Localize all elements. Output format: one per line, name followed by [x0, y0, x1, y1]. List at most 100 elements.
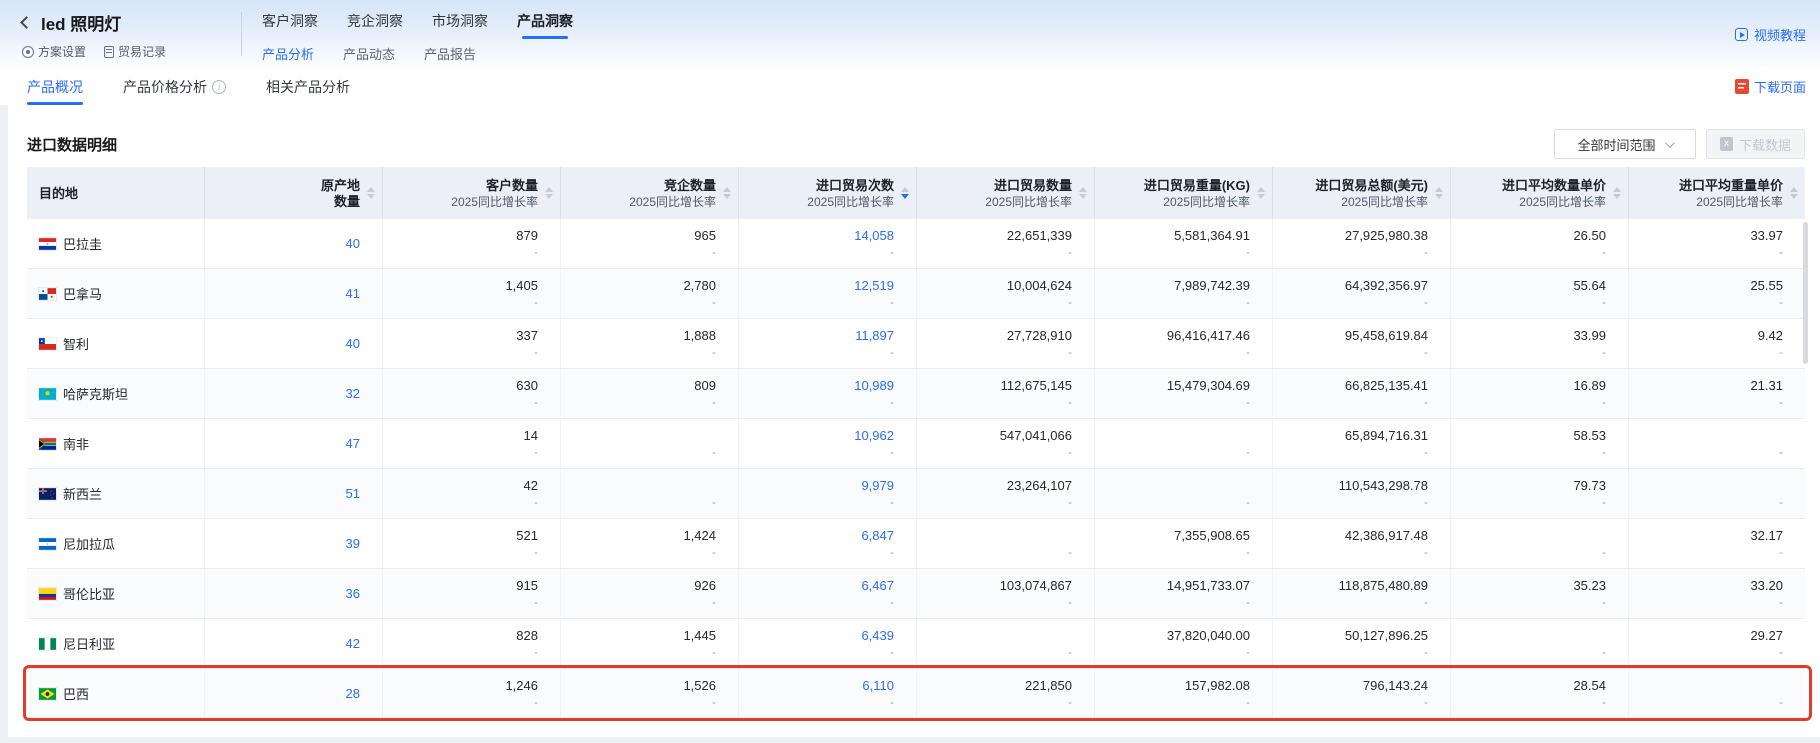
column-header[interactable]: 进口贸易数量2025同比增长率 — [917, 167, 1095, 219]
metric-cell: 50,127,896.25- — [1273, 619, 1451, 668]
sort-desc-icon[interactable] — [1613, 194, 1621, 199]
origin-count-link[interactable]: 42 — [346, 635, 360, 652]
sort-asc-icon[interactable] — [1257, 187, 1265, 192]
sort-desc-icon[interactable] — [901, 194, 909, 199]
secondary-nav-item[interactable]: 产品动态 — [343, 44, 395, 63]
trade-count-link[interactable]: 10,962 — [854, 427, 894, 444]
column-header[interactable]: 进口贸易重量(KG)2025同比增长率 — [1095, 167, 1273, 219]
primary-nav-item[interactable]: 市场洞察 — [432, 11, 488, 31]
secondary-nav-item[interactable]: 产品报告 — [424, 44, 476, 63]
trade-count-link[interactable]: 6,467 — [861, 577, 894, 594]
sort-asc-icon[interactable] — [1790, 187, 1798, 192]
cell-growth-rate: - — [1424, 595, 1428, 610]
secondary-nav-item[interactable]: 产品分析 — [262, 44, 314, 63]
origin-count-cell: 36 — [205, 569, 383, 618]
sort-icons[interactable] — [723, 187, 731, 199]
origin-count-link[interactable]: 40 — [346, 235, 360, 252]
trade-count-link[interactable]: 6,847 — [861, 527, 894, 544]
video-tutorial-link[interactable]: 视频教程 — [1735, 25, 1806, 44]
trade-count-link[interactable]: 12,519 — [854, 277, 894, 294]
info-icon[interactable]: i — [212, 80, 226, 94]
column-header[interactable]: 进口贸易次数2025同比增长率 — [739, 167, 917, 219]
sort-icons[interactable] — [545, 187, 553, 199]
sort-asc-icon[interactable] — [1613, 187, 1621, 192]
sort-asc-icon[interactable] — [723, 187, 731, 192]
table-row[interactable]: 巴拉圭40879-965-14,058-22,651,339-5,581,364… — [27, 219, 1805, 269]
table-row[interactable]: 哥伦比亚36915-926-6,467-103,074,867-14,951,7… — [27, 569, 1805, 619]
time-range-select[interactable]: 全部时间范围 — [1554, 129, 1696, 159]
column-header[interactable]: 竞企数量2025同比增长率 — [561, 167, 739, 219]
content-area: 进口数据明细 全部时间范围 下载数据 目的地原产地数量客户数量2025同比增长率… — [0, 105, 1820, 743]
trade-count-link[interactable]: 11,897 — [855, 327, 894, 344]
tab-item[interactable]: 产品概况 — [27, 68, 83, 105]
origin-count-link[interactable]: 32 — [346, 385, 360, 402]
column-header[interactable]: 进口平均重量单价2025同比增长率 — [1629, 167, 1805, 219]
sort-desc-icon[interactable] — [1079, 194, 1087, 199]
metric-cell: 26.50- — [1451, 219, 1629, 268]
table-row[interactable]: 巴拿马411,405-2,780-12,519-10,004,624-7,989… — [27, 269, 1805, 319]
sort-icons[interactable] — [1435, 187, 1443, 199]
quick-link-plan-settings[interactable]: 方案设置 — [22, 43, 86, 60]
sort-icons[interactable] — [1079, 187, 1087, 199]
trade-count-link[interactable]: 10,989 — [854, 377, 894, 394]
table-row[interactable]: 哈萨克斯坦32630-809-10,989-112,675,145-15,479… — [27, 369, 1805, 419]
sort-asc-icon[interactable] — [901, 187, 909, 192]
cell-growth-rate: - — [1602, 395, 1606, 410]
origin-count-link[interactable]: 47 — [346, 435, 360, 452]
tab-item[interactable]: 产品价格分析i — [123, 68, 226, 105]
sort-desc-icon[interactable] — [367, 194, 375, 199]
table-row[interactable]: 巴西281,246-1,526-6,110-221,850-157,982.08… — [27, 669, 1805, 719]
sort-desc-icon[interactable] — [1257, 194, 1265, 199]
quick-link-trade-records[interactable]: 贸易记录 — [104, 43, 166, 60]
sort-asc-icon[interactable] — [367, 187, 375, 192]
download-page-link[interactable]: 下载页面 — [1735, 77, 1806, 96]
origin-count-link[interactable]: 41 — [346, 285, 360, 302]
back-icon[interactable] — [20, 16, 33, 29]
trade-count-link[interactable]: 6,439 — [861, 627, 894, 644]
sort-desc-icon[interactable] — [1435, 194, 1443, 199]
sort-asc-icon[interactable] — [1079, 187, 1087, 192]
import-data-card: 进口数据明细 全部时间范围 下载数据 目的地原产地数量客户数量2025同比增长率… — [8, 105, 1820, 737]
sort-asc-icon[interactable] — [1435, 187, 1443, 192]
table-row[interactable]: 南非4714--10,962-547,041,066--65,894,716.3… — [27, 419, 1805, 469]
sort-icons[interactable] — [901, 187, 909, 199]
primary-nav-item[interactable]: 竞企洞察 — [347, 11, 403, 31]
destination-cell: 新西兰 — [27, 469, 205, 518]
primary-nav-item[interactable]: 产品洞察 — [517, 11, 573, 31]
sort-icons[interactable] — [367, 187, 375, 199]
table-row[interactable]: 智利40337-1,888-11,897-27,728,910-96,416,4… — [27, 319, 1805, 369]
table-row[interactable]: 新西兰5142--9,979-23,264,107--110,543,298.7… — [27, 469, 1805, 519]
cell-value: 103,074,867 — [1000, 577, 1072, 594]
cell-value: 1,888 — [683, 327, 716, 344]
video-tutorial-label: 视频教程 — [1754, 25, 1806, 44]
sort-asc-icon[interactable] — [545, 187, 553, 192]
sort-icons[interactable] — [1790, 187, 1798, 199]
column-header[interactable]: 目的地 — [27, 167, 205, 219]
column-header[interactable]: 原产地数量 — [205, 167, 383, 219]
trade-count-link[interactable]: 9,979 — [861, 477, 894, 494]
origin-count-link[interactable]: 36 — [346, 585, 360, 602]
table-scrollbar[interactable] — [1803, 222, 1808, 364]
cell-growth-rate: - — [890, 545, 894, 560]
origin-count-link[interactable]: 40 — [346, 335, 360, 352]
metric-cell: 42- — [383, 469, 561, 518]
origin-count-link[interactable]: 39 — [346, 535, 360, 552]
sort-desc-icon[interactable] — [1790, 194, 1798, 199]
tab-item[interactable]: 相关产品分析 — [266, 68, 350, 105]
origin-count-link[interactable]: 51 — [346, 485, 360, 502]
trade-count-link[interactable]: 14,058 — [854, 227, 894, 244]
trade-count-link[interactable]: 6,110 — [862, 677, 894, 694]
destination-name: 南非 — [63, 434, 89, 453]
column-header[interactable]: 客户数量2025同比增长率 — [383, 167, 561, 219]
sort-desc-icon[interactable] — [545, 194, 553, 199]
column-header[interactable]: 进口贸易总额(美元)2025同比增长率 — [1273, 167, 1451, 219]
download-data-button[interactable]: 下载数据 — [1706, 129, 1805, 159]
origin-count-link[interactable]: 28 — [346, 685, 360, 702]
table-row[interactable]: 尼日利亚42828-1,445-6,439--37,820,040.00-50,… — [27, 619, 1805, 669]
primary-nav-item[interactable]: 客户洞察 — [262, 11, 318, 31]
column-header[interactable]: 进口平均数量单价2025同比增长率 — [1451, 167, 1629, 219]
table-row[interactable]: 尼加拉瓜39521-1,424-6,847--7,355,908.65-42,3… — [27, 519, 1805, 569]
sort-icons[interactable] — [1613, 187, 1621, 199]
sort-desc-icon[interactable] — [723, 194, 731, 199]
sort-icons[interactable] — [1257, 187, 1265, 199]
